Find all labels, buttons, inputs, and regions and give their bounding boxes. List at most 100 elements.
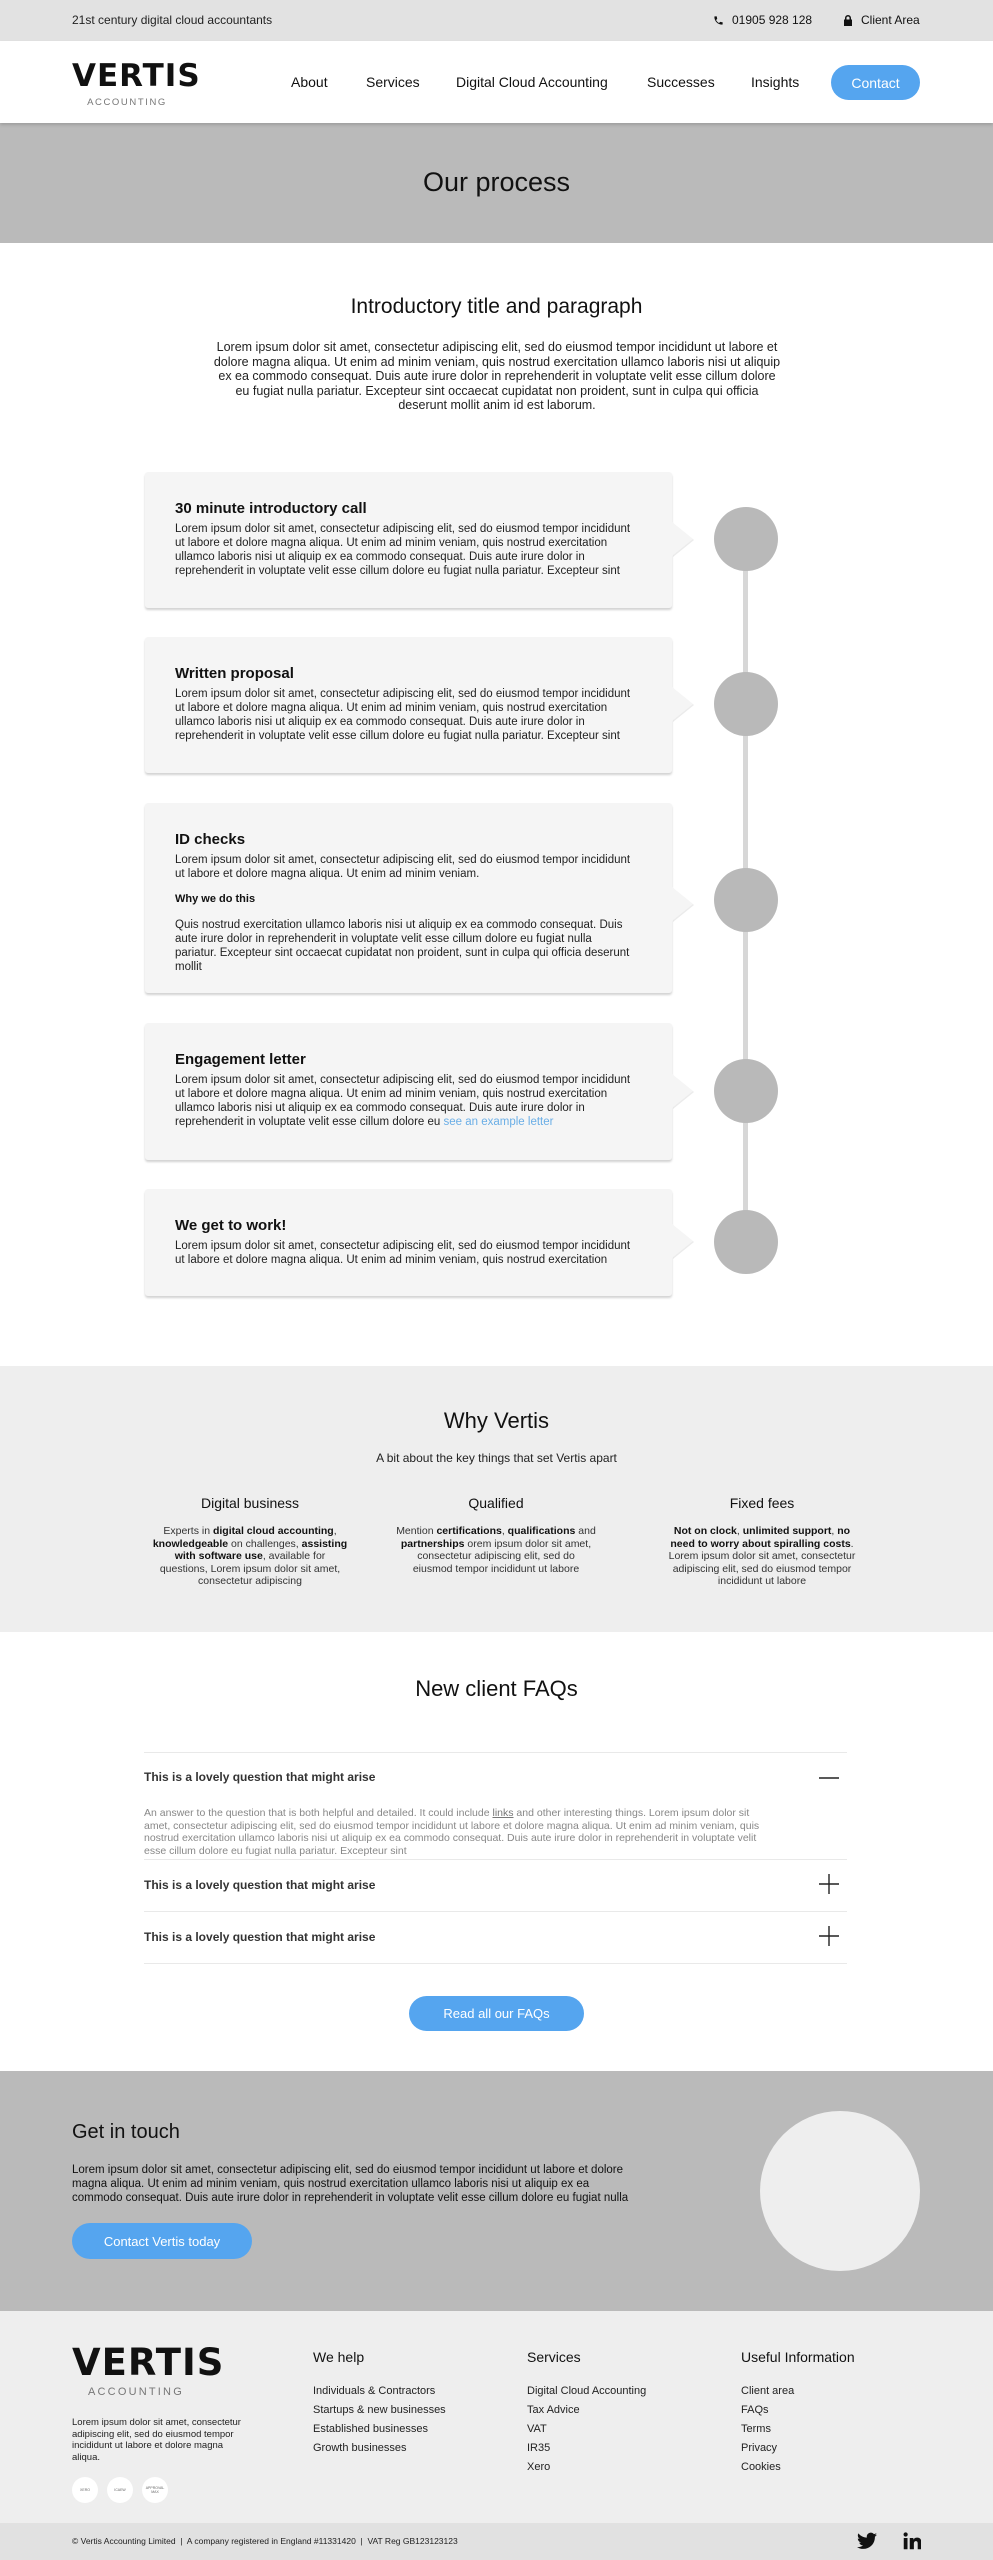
image-placeholder (760, 2111, 920, 2271)
faq-item: This is a lovely question that might ari… (144, 1770, 847, 1857)
step-title: We get to work! (175, 1217, 287, 1234)
footer-logo[interactable]: VERTIS ACCOUNTING (72, 2341, 225, 2398)
footer-column-title: Services (527, 2349, 581, 2365)
step-text-body: Lorem ipsum dolor sit amet, consectetur … (175, 1074, 631, 1128)
plus-icon[interactable] (819, 1926, 839, 1946)
step-title: Written proposal (175, 665, 294, 682)
client-area-link[interactable]: Client Area (843, 13, 920, 27)
step-pointer (672, 1074, 693, 1108)
top-bar: 21st century digital cloud accountants 0… (0, 0, 993, 41)
faq-answer: An answer to the question that is both h… (144, 1807, 774, 1857)
client-area-label: Client Area (861, 13, 920, 27)
faq-answer-link[interactable]: links (492, 1807, 513, 1819)
footer-link[interactable]: Tax Advice (527, 2401, 646, 2420)
emphasis-text: unlimited support (742, 1525, 832, 1537)
icaew-badge: ICAEW (107, 2477, 133, 2503)
faq-divider (144, 1859, 847, 1860)
process-step: We get to work! Lorem ipsum dolor sit am… (145, 1189, 693, 1296)
linkedin-icon[interactable] (903, 2532, 921, 2550)
footer-column-useful-information: Useful Information Client area FAQs Term… (741, 2349, 855, 2477)
accreditation-badges: XERO ICAEW APPROVAL MAX (72, 2477, 168, 2503)
nav-item-services[interactable]: Services (366, 74, 420, 90)
footer-link[interactable]: Growth businesses (313, 2439, 446, 2458)
footer-link[interactable]: Established businesses (313, 2420, 446, 2439)
minus-icon[interactable] (819, 1768, 839, 1788)
footer-link[interactable]: VAT (527, 2420, 646, 2439)
footer-link[interactable]: Client area (741, 2382, 855, 2401)
faq-title: New client FAQs (415, 1676, 578, 1701)
step-pointer (672, 522, 693, 556)
faq-divider (144, 1752, 847, 1753)
step-title: Engagement letter (175, 1051, 306, 1068)
step-text: Lorem ipsum dolor sit amet, consectetur … (175, 688, 631, 742)
footer-link[interactable]: Terms (741, 2420, 855, 2439)
timeline-dot (714, 672, 778, 736)
footer-link[interactable]: Cookies (741, 2458, 855, 2477)
step-text: Lorem ipsum dolor sit amet, consectetur … (175, 854, 631, 880)
page-title: Our process (422, 167, 571, 197)
logo-wordmark: VERTIS (72, 58, 201, 94)
emphasis-text: digital cloud accounting (212, 1525, 334, 1537)
why-column-title: Qualified (468, 1495, 524, 1511)
why-title: Why Vertis (443, 1408, 550, 1433)
step-pointer (672, 887, 693, 921)
why-column: Fixed fees Not on clock, unlimited suppo… (662, 1495, 862, 1588)
lock-icon (844, 14, 852, 26)
footer-link[interactable]: IR35 (527, 2439, 646, 2458)
footer-link[interactable]: Digital Cloud Accounting (527, 2382, 646, 2401)
step-subtext: Quis nostrud exercitation ullamco labori… (175, 919, 630, 973)
step-pointer (672, 687, 693, 721)
example-letter-link[interactable]: see an example letter (444, 1116, 554, 1128)
process-step: Written proposal Lorem ipsum dolor sit a… (145, 637, 693, 773)
process-step: ID checks Lorem ipsum dolor sit amet, co… (145, 803, 693, 993)
phone-link[interactable]: 01905 928 128 (713, 13, 812, 27)
why-column: Digital business Experts in digital clou… (150, 1495, 350, 1588)
faq-question[interactable]: This is a lovely question that might ari… (144, 1878, 847, 1892)
logo-wordmark: VERTIS (72, 2341, 225, 2384)
legal-text: © Vertis Accounting Limited | A company … (72, 2536, 458, 2546)
contact-button[interactable]: Contact (831, 65, 920, 100)
footer-about: Lorem ipsum dolor sit amet, consectetur … (72, 2417, 241, 2463)
faq-question[interactable]: This is a lovely question that might ari… (144, 1770, 847, 1784)
timeline-dot (714, 1059, 778, 1123)
read-all-faqs-button[interactable]: Read all our FAQs (409, 1996, 584, 2031)
why-column-text: Not on clock, unlimited support, no need… (662, 1525, 862, 1588)
nav-item-digital-cloud-accounting[interactable]: Digital Cloud Accounting (456, 74, 608, 90)
faq-item: This is a lovely question that might ari… (144, 1926, 847, 1946)
body-text: and (575, 1525, 596, 1537)
faq-divider (144, 1963, 847, 1964)
why-column-text: Mention certifications, qualifications a… (396, 1525, 596, 1575)
phone-icon (714, 15, 723, 25)
why-column-title: Fixed fees (729, 1495, 795, 1511)
plus-icon[interactable] (819, 1874, 839, 1894)
footer-column-services: Services Digital Cloud Accounting Tax Ad… (527, 2349, 646, 2477)
body-text: Experts in (163, 1525, 213, 1537)
logo[interactable]: VERTIS ACCOUNTING (72, 58, 201, 109)
logo-subtitle: ACCOUNTING (87, 97, 167, 108)
step-text: Lorem ipsum dolor sit amet, consectetur … (175, 1073, 636, 1129)
footer-link[interactable]: Individuals & Contractors (313, 2382, 446, 2401)
footer-link[interactable]: Xero (527, 2458, 646, 2477)
body-text: on challenges, (228, 1537, 302, 1550)
hero-banner: Our process (0, 123, 993, 243)
nav-item-about[interactable]: About (291, 74, 328, 90)
footer-column-title: We help (313, 2349, 365, 2365)
step-text: Lorem ipsum dolor sit amet, consectetur … (175, 1240, 631, 1266)
body-text: Mention (396, 1525, 437, 1537)
footer: VERTIS ACCOUNTING Lorem ipsum dolor sit … (0, 2311, 993, 2523)
emphasis-text: partnerships (400, 1537, 465, 1550)
timeline-dot (714, 507, 778, 571)
step-subheading: Why we do this (175, 893, 256, 905)
footer-link[interactable]: Startups & new businesses (313, 2401, 446, 2420)
contact-vertis-button[interactable]: Contact Vertis today (72, 2223, 252, 2259)
cta-text: Lorem ipsum dolor sit amet, consectetur … (72, 2164, 629, 2204)
twitter-icon[interactable] (857, 2532, 877, 2550)
footer-link[interactable]: FAQs (741, 2401, 855, 2420)
why-column-text: Experts in digital cloud accounting, kno… (150, 1525, 350, 1588)
nav-item-successes[interactable]: Successes (647, 74, 715, 90)
nav-item-insights[interactable]: Insights (751, 74, 799, 90)
emphasis-text: certifications (436, 1525, 502, 1537)
phone-number: 01905 928 128 (732, 13, 813, 27)
footer-link[interactable]: Privacy (741, 2439, 855, 2458)
faq-question[interactable]: This is a lovely question that might ari… (144, 1930, 847, 1944)
